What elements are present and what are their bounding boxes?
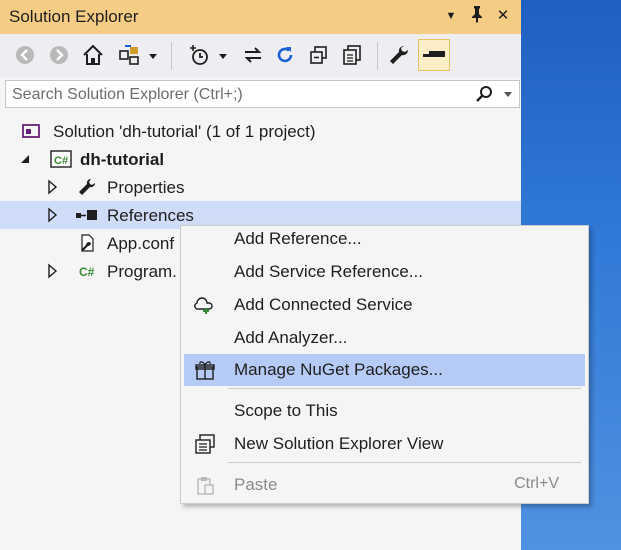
close-icon[interactable]: ✕: [492, 5, 514, 27]
menu-item-add-connected-service[interactable]: Add Connected Service: [184, 289, 585, 321]
tree-item-label: App.conf: [107, 234, 175, 253]
svg-text:C#: C#: [79, 265, 95, 279]
connected-service-icon: [194, 294, 216, 316]
search-icon[interactable]: [475, 84, 495, 104]
menu-item-label: Add Analyzer...: [234, 328, 348, 347]
menu-item-paste[interactable]: Paste Ctrl+V: [184, 469, 585, 501]
home-icon[interactable]: [80, 42, 106, 68]
menu-item-label: Add Connected Service: [234, 295, 413, 314]
search-box[interactable]: [5, 80, 520, 108]
search-input[interactable]: [10, 84, 474, 106]
menu-item-label: Add Service Reference...: [234, 262, 423, 281]
menu-item-label: Manage NuGet Packages...: [234, 360, 443, 379]
tree-item-project[interactable]: C# dh-tutorial: [0, 145, 521, 173]
menu-item-label: Paste: [234, 475, 278, 494]
references-icon: [75, 206, 99, 224]
config-file-icon: [78, 234, 96, 252]
menu-item-scope-to-this[interactable]: Scope to This: [184, 395, 585, 427]
toolbar-separator: [171, 42, 172, 70]
window-title: Solution Explorer: [9, 7, 139, 26]
tree-item-label: References: [107, 206, 194, 225]
collapse-all-icon[interactable]: [306, 42, 332, 68]
search-options-dropdown-icon[interactable]: [502, 84, 514, 104]
tree-item-solution[interactable]: Solution 'dh-tutorial' (1 of 1 project): [0, 117, 521, 145]
menu-item-add-service-reference[interactable]: Add Service Reference...: [184, 256, 585, 288]
menu-item-manage-nuget-packages[interactable]: Manage NuGet Packages...: [184, 354, 585, 386]
csharp-project-icon: C#: [50, 150, 72, 168]
menu-item-new-solution-explorer-view[interactable]: New Solution Explorer View: [184, 428, 585, 460]
tree-item-label: Properties: [107, 178, 185, 197]
preview-selected-items-icon[interactable]: [418, 39, 450, 71]
collapsed-arrow-icon[interactable]: [44, 262, 62, 280]
csharp-file-icon: C#: [78, 262, 100, 280]
toolbar-separator: [377, 42, 378, 70]
collapsed-arrow-icon[interactable]: [44, 178, 62, 196]
tree-item-label: Program.: [107, 262, 177, 281]
svg-text:C#: C#: [54, 155, 68, 167]
menu-item-label: New Solution Explorer View: [234, 434, 444, 453]
pending-changes-icon[interactable]: [186, 42, 212, 68]
menu-item-add-analyzer[interactable]: Add Analyzer...: [184, 322, 585, 354]
menu-item-add-reference[interactable]: Add Reference...: [184, 223, 585, 255]
switch-views-dropdown-icon[interactable]: [146, 42, 160, 68]
back-icon[interactable]: [12, 42, 38, 68]
context-menu: Add Reference... Add Service Reference..…: [180, 225, 589, 504]
solution-icon: [22, 122, 40, 140]
menu-separator: [228, 462, 581, 463]
sync-icon[interactable]: [240, 42, 266, 68]
wrench-icon: [78, 178, 96, 196]
forward-icon[interactable]: [46, 42, 72, 68]
title-bar: Solution Explorer ▼ ✕: [0, 0, 521, 34]
collapsed-arrow-icon[interactable]: [44, 206, 62, 224]
pending-changes-dropdown-icon[interactable]: [216, 42, 230, 68]
menu-item-label: Scope to This: [234, 401, 338, 420]
menu-item-shortcut: Ctrl+V: [514, 475, 559, 492]
menu-separator: [228, 388, 581, 389]
pin-icon[interactable]: [466, 5, 488, 27]
show-all-files-icon[interactable]: [340, 42, 366, 68]
tree-item-label: Solution 'dh-tutorial' (1 of 1 project): [53, 122, 316, 141]
toolbar: [0, 34, 521, 78]
tree-item-label: dh-tutorial: [80, 150, 165, 169]
window-menu-dropdown-icon[interactable]: ▼: [440, 5, 462, 27]
expanded-arrow-icon[interactable]: [16, 150, 34, 168]
paste-icon: [194, 474, 216, 496]
switch-views-icon[interactable]: [116, 42, 142, 68]
tree-item-properties[interactable]: Properties: [0, 173, 521, 201]
menu-item-label: Add Reference...: [234, 229, 362, 248]
nuget-gift-icon: [194, 359, 216, 381]
new-view-icon: [194, 433, 216, 455]
refresh-icon[interactable]: [272, 42, 298, 68]
properties-wrench-icon[interactable]: [386, 42, 412, 68]
